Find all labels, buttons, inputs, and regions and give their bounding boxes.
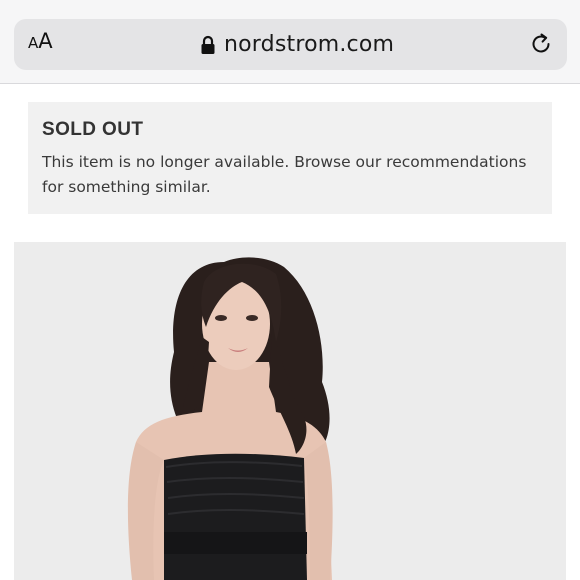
browser-toolbar: AA nordstrom.com xyxy=(0,0,580,84)
address-bar[interactable]: AA nordstrom.com xyxy=(14,19,567,70)
model-illustration xyxy=(14,242,566,580)
text-size-button[interactable]: AA xyxy=(28,31,53,52)
url-text: nordstrom.com xyxy=(224,32,395,57)
sold-out-notice: SOLD OUT This item is no longer availabl… xyxy=(28,102,552,214)
url-display[interactable]: nordstrom.com xyxy=(200,31,394,58)
lock-icon xyxy=(200,35,216,55)
text-size-small-label: A xyxy=(28,34,39,52)
sold-out-title: SOLD OUT xyxy=(42,119,144,140)
reload-icon[interactable] xyxy=(528,31,554,57)
text-size-large-label: A xyxy=(38,29,53,53)
sold-out-message: This item is no longer available. Browse… xyxy=(42,153,527,196)
product-photo[interactable] xyxy=(14,242,566,580)
